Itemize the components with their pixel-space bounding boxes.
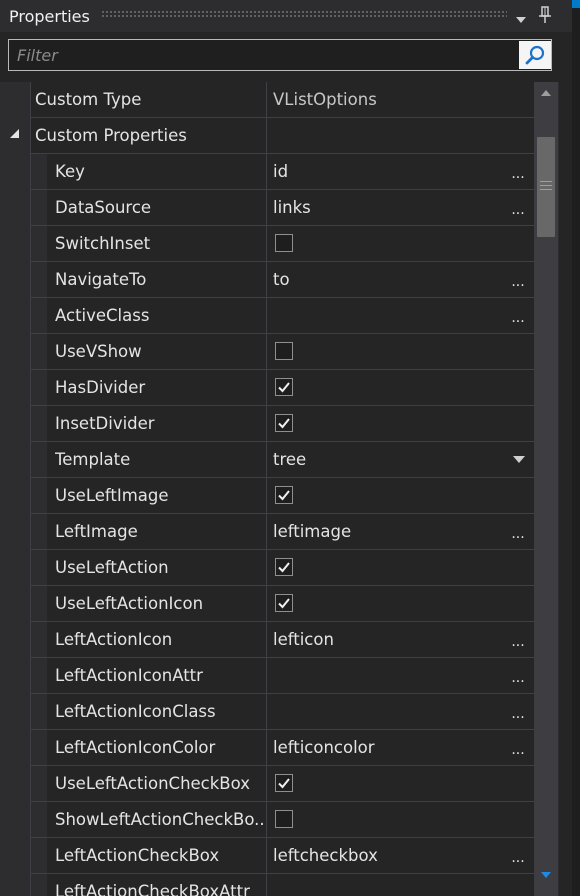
property-name: Custom Type: [35, 90, 142, 109]
column-divider[interactable]: [266, 82, 267, 896]
property-name: DataSource: [55, 198, 152, 217]
property-value[interactable]: tree: [273, 442, 306, 477]
property-name: HasDivider: [55, 378, 146, 397]
ellipsis-button[interactable]: ...: [511, 154, 525, 189]
property-name: LeftActionIcon: [55, 630, 173, 649]
ellipsis-button[interactable]: ...: [511, 658, 525, 693]
pin-icon[interactable]: [536, 5, 554, 25]
property-value[interactable]: leftcheckbox: [273, 838, 378, 873]
property-value[interactable]: links: [273, 190, 311, 225]
property-name: LeftActionCheckBox: [55, 846, 220, 865]
scrollbar-thumb[interactable]: [537, 137, 555, 237]
expand-triangle-icon[interactable]: [10, 129, 19, 138]
property-name: LeftActionIconAttr: [55, 666, 203, 685]
property-row[interactable]: UseLeftAction: [31, 550, 534, 586]
ellipsis-button[interactable]: ...: [511, 838, 525, 873]
property-value[interactable]: id: [273, 154, 288, 189]
dropdown-caret-icon[interactable]: [513, 456, 525, 463]
accent-mark: [572, 0, 580, 8]
checkbox-checked[interactable]: [275, 594, 293, 612]
property-name: LeftActionCheckBoxAttr: [55, 882, 250, 896]
property-row[interactable]: Key id...: [31, 154, 534, 190]
drag-grip[interactable]: [101, 10, 507, 18]
filter-box: [8, 39, 552, 71]
property-name: UseLeftImage: [55, 486, 169, 505]
property-name: UseLeftActionCheckBox: [55, 774, 250, 793]
property-row-custom-type[interactable]: Custom Type VListOptions: [31, 82, 534, 118]
property-name: Template: [55, 450, 131, 469]
scroll-down-arrow-icon[interactable]: [534, 864, 558, 886]
checkbox-checked[interactable]: [275, 378, 293, 396]
property-name: ActiveClass: [55, 306, 150, 325]
property-name: SwitchInset: [55, 234, 151, 253]
property-name: LeftActionIconColor: [55, 738, 216, 757]
scroll-up-arrow-icon[interactable]: [534, 82, 558, 104]
property-row[interactable]: InsetDivider: [31, 406, 534, 442]
checkbox-checked[interactable]: [275, 774, 293, 792]
property-row[interactable]: UseLeftActionCheckBox: [31, 766, 534, 802]
property-name: Key: [55, 162, 85, 181]
chevron-down-icon[interactable]: [514, 11, 528, 23]
ellipsis-button[interactable]: ...: [511, 298, 525, 333]
checkbox-checked[interactable]: [275, 558, 293, 576]
checkbox-unchecked[interactable]: [275, 810, 293, 828]
property-name: LeftImage: [55, 522, 138, 541]
property-name: ShowLeftActionCheckBo...: [55, 810, 263, 829]
property-name: UseLeftAction: [55, 558, 169, 577]
property-grid: Custom Type VListOptions Custom Properti…: [0, 82, 534, 896]
panel-titlebar: Properties: [0, 0, 572, 32]
window-edge: [572, 0, 580, 896]
filter-input[interactable]: [9, 40, 517, 70]
property-value[interactable]: leftimage: [273, 514, 351, 549]
category-row-custom-properties[interactable]: Custom Properties: [10, 118, 534, 154]
property-row[interactable]: LeftActionCheckBoxAttr: [31, 874, 534, 896]
property-row[interactable]: LeftActionIconColor lefticoncolor...: [31, 730, 534, 766]
property-name: UseVShow: [55, 342, 142, 361]
property-row[interactable]: LeftActionCheckBox leftcheckbox...: [31, 838, 534, 874]
property-value[interactable]: to: [273, 262, 290, 297]
property-row[interactable]: HasDivider: [31, 370, 534, 406]
property-row[interactable]: LeftImage leftimage...: [31, 514, 534, 550]
property-row[interactable]: LeftActionIconAttr...: [31, 658, 534, 694]
property-row[interactable]: UseVShow: [31, 334, 534, 370]
property-name: UseLeftActionIcon: [55, 594, 204, 613]
property-value[interactable]: lefticon: [273, 622, 334, 657]
panel-title: Properties: [9, 6, 90, 26]
category-label: Custom Properties: [35, 126, 187, 145]
grid-gutter: [0, 82, 30, 896]
thumb-grip-icon: [540, 181, 552, 190]
checkbox-checked[interactable]: [275, 414, 293, 432]
property-row[interactable]: SwitchInset: [31, 226, 534, 262]
checkbox-unchecked[interactable]: [275, 342, 293, 360]
ellipsis-button[interactable]: ...: [511, 514, 525, 549]
property-row[interactable]: NavigateTo to...: [31, 262, 534, 298]
property-value[interactable]: lefticoncolor: [273, 730, 375, 765]
vertical-scrollbar[interactable]: [534, 82, 558, 896]
property-row[interactable]: ActiveClass...: [31, 298, 534, 334]
properties-panel: Properties Custom Type: [0, 0, 580, 896]
ellipsis-button[interactable]: ...: [511, 730, 525, 765]
ellipsis-button[interactable]: ...: [511, 622, 525, 657]
property-row[interactable]: Template tree: [31, 442, 534, 478]
scrollbar-edge: [558, 82, 559, 896]
property-name: LeftActionIconClass: [55, 702, 216, 721]
checkbox-unchecked[interactable]: [275, 234, 293, 252]
ellipsis-button[interactable]: ...: [511, 694, 525, 729]
checkbox-checked[interactable]: [275, 486, 293, 504]
search-icon[interactable]: [519, 41, 551, 69]
property-value: VListOptions: [273, 90, 377, 109]
property-row[interactable]: UseLeftActionIcon: [31, 586, 534, 622]
ellipsis-button[interactable]: ...: [511, 190, 525, 225]
property-name: NavigateTo: [55, 270, 147, 289]
property-row[interactable]: ShowLeftActionCheckBo...: [31, 802, 534, 838]
property-row[interactable]: LeftActionIconClass...: [31, 694, 534, 730]
property-row[interactable]: UseLeftImage: [31, 478, 534, 514]
property-name: InsetDivider: [55, 414, 155, 433]
property-row[interactable]: LeftActionIcon lefticon...: [31, 622, 534, 658]
property-row[interactable]: DataSource links...: [31, 190, 534, 226]
ellipsis-button[interactable]: ...: [511, 262, 525, 297]
